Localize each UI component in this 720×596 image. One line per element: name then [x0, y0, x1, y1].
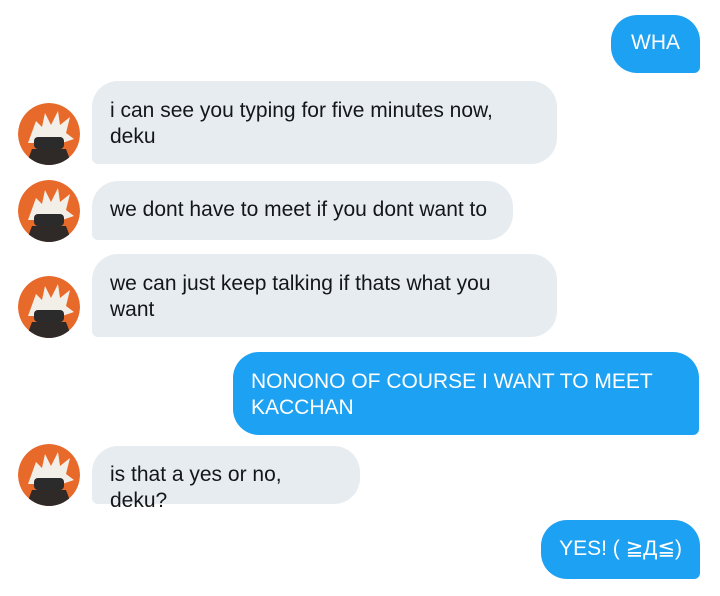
incoming-message-bubble[interactable]: i can see you typing for five minutes no…: [92, 81, 557, 164]
contact-avatar[interactable]: [18, 180, 80, 242]
outgoing-message-bubble[interactable]: NONONO OF COURSE I WANT TO MEET KACCHAN: [233, 352, 699, 435]
outgoing-message-bubble[interactable]: WHA: [611, 15, 700, 73]
incoming-message-bubble[interactable]: is that a yes or no, deku?: [92, 446, 360, 512]
avatar-image: [18, 276, 80, 338]
avatar-image: [18, 180, 80, 242]
contact-avatar[interactable]: [18, 276, 80, 338]
incoming-message-bubble[interactable]: we dont have to meet if you dont want to: [92, 181, 513, 240]
contact-avatar[interactable]: [18, 103, 80, 165]
outgoing-message-bubble[interactable]: YES! ( ≧Д≦): [541, 520, 700, 579]
avatar-image: [18, 103, 80, 165]
avatar-image: [18, 444, 80, 506]
incoming-message-bubble[interactable]: we can just keep talking if thats what y…: [92, 254, 557, 337]
contact-avatar[interactable]: [18, 444, 80, 506]
